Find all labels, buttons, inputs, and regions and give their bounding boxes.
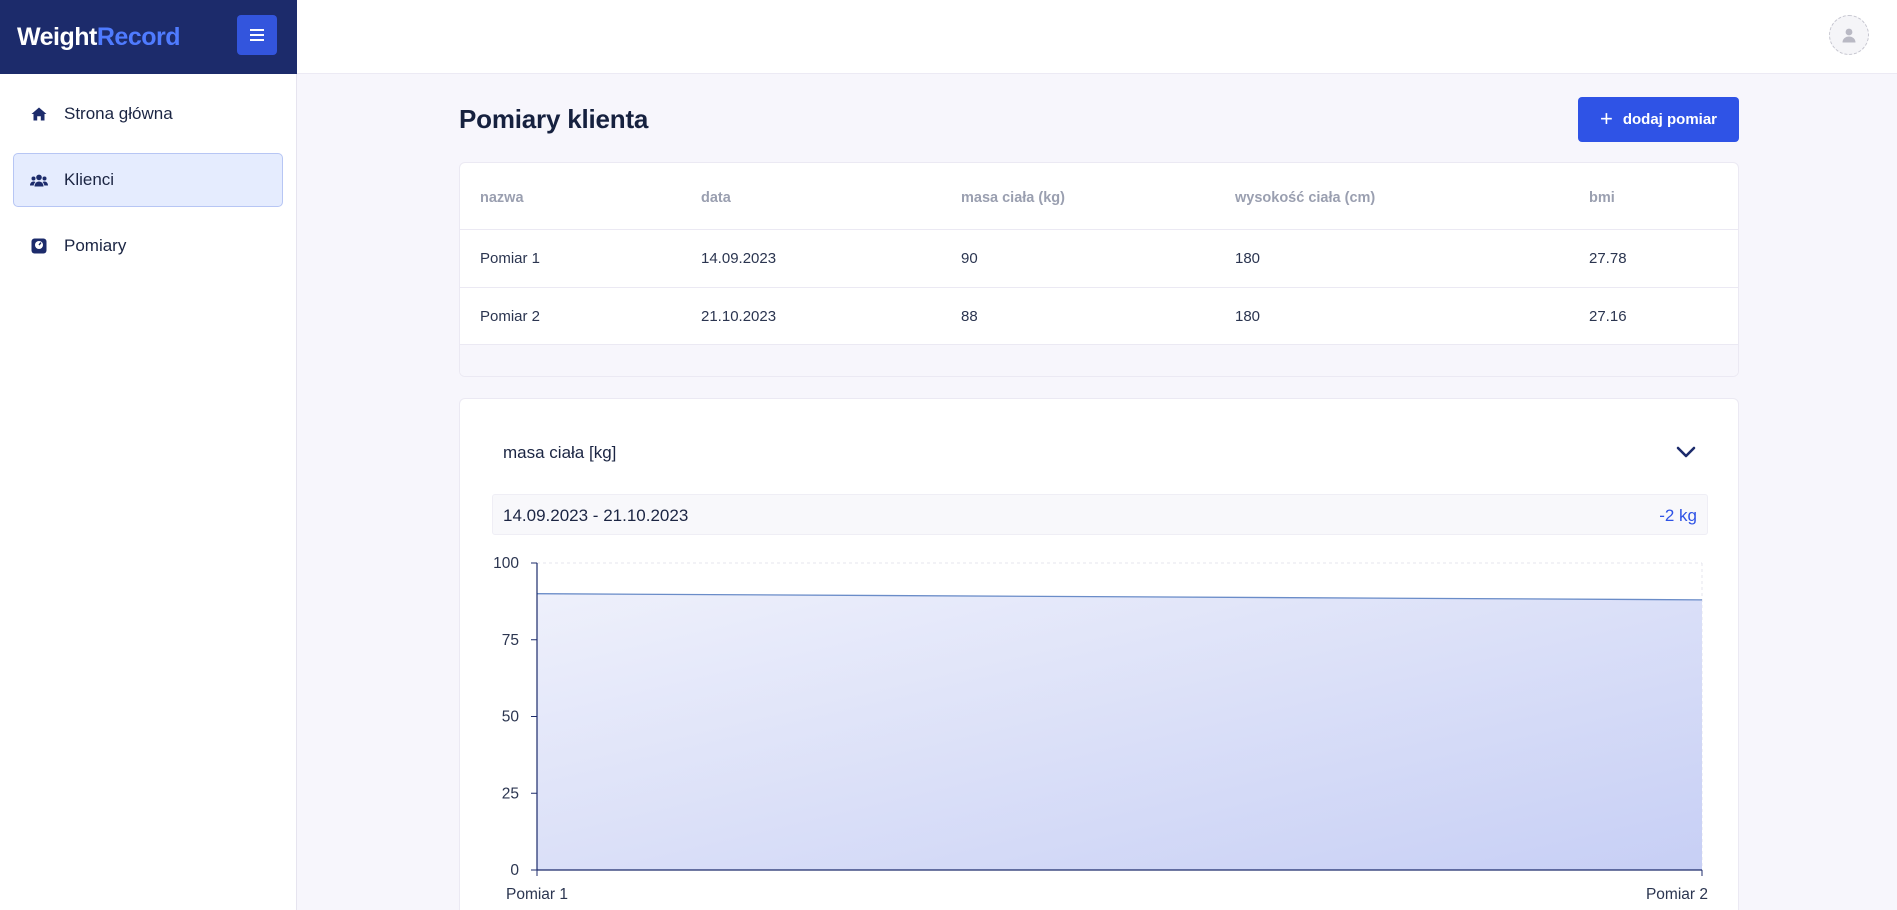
x-tick-label: Pomiar 1: [506, 886, 568, 903]
y-tick-label: 0: [510, 862, 519, 879]
y-tick-label: 25: [502, 785, 519, 802]
y-tick-label: 75: [502, 632, 519, 649]
y-tick-label: 100: [493, 555, 519, 572]
x-tick-label: Pomiar 2: [1646, 886, 1708, 903]
weight-chart: 0 25 50 75 100 Pomiar 1 Pomiar 2: [493, 555, 1708, 903]
y-tick-label: 50: [502, 709, 520, 726]
series-area: [537, 593, 1702, 870]
